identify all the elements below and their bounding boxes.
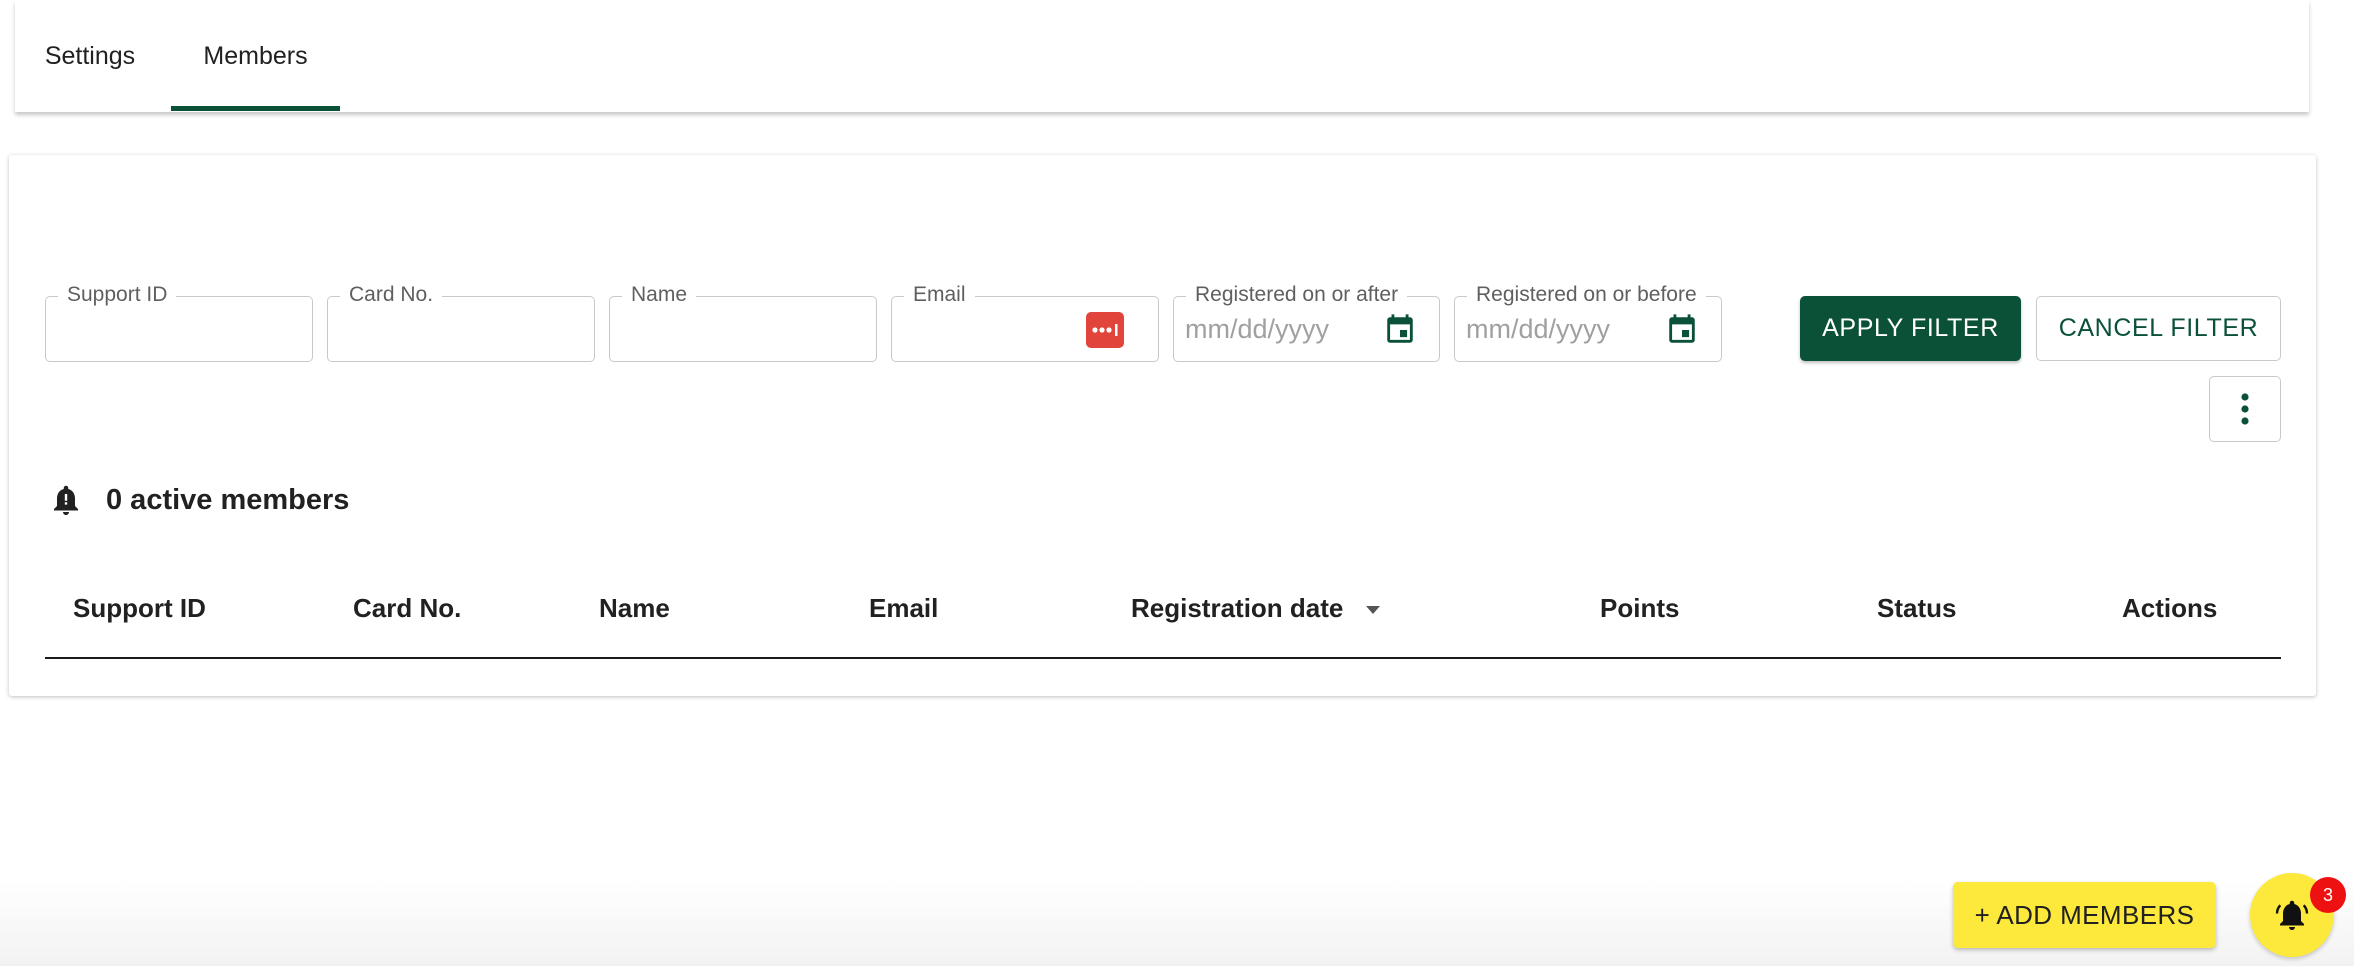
- arrow-drop-down-icon[interactable]: [1365, 605, 1381, 615]
- calendar-icon[interactable]: [1383, 312, 1417, 348]
- tab-members-label: Members: [203, 41, 308, 70]
- password-manager-icon[interactable]: [1086, 312, 1124, 348]
- column-points[interactable]: Points: [1600, 590, 1679, 626]
- registered-before-field[interactable]: Registered on or before: [1454, 281, 1722, 362]
- more-options-button[interactable]: [2209, 376, 2281, 442]
- tab-members[interactable]: Members: [171, 0, 340, 112]
- column-name[interactable]: Name: [599, 590, 670, 626]
- card-no-field[interactable]: Card No.: [327, 281, 595, 362]
- ringing-bell-icon: [2275, 900, 2309, 930]
- active-members-summary: 0 active members: [48, 477, 349, 523]
- column-card-no[interactable]: Card No.: [353, 590, 461, 626]
- column-status[interactable]: Status: [1877, 590, 1956, 626]
- tab-settings[interactable]: Settings: [15, 0, 165, 112]
- active-members-count: 0 active members: [106, 483, 350, 516]
- column-registration-date-label: Registration date: [1131, 593, 1344, 623]
- column-support-id[interactable]: Support ID: [73, 590, 206, 626]
- name-field[interactable]: Name: [609, 281, 877, 362]
- email-field[interactable]: Email: [891, 281, 1159, 362]
- support-id-field[interactable]: Support ID: [45, 281, 313, 362]
- notification-count-badge: 3: [2310, 877, 2346, 913]
- column-actions[interactable]: Actions: [2122, 590, 2217, 626]
- bell-icon: [54, 485, 78, 515]
- tabs-bar: Settings Members: [15, 0, 2309, 112]
- column-email[interactable]: Email: [869, 590, 938, 626]
- table-header-divider: [45, 657, 2281, 659]
- apply-filter-button[interactable]: APPLY FILTER: [1800, 296, 2021, 361]
- page: Settings Members Support ID Card No. Nam…: [0, 0, 2354, 966]
- registered-before-input[interactable]: [1455, 297, 1645, 361]
- registered-after-input[interactable]: [1174, 297, 1364, 361]
- add-members-button[interactable]: + ADD MEMBERS: [1953, 882, 2216, 948]
- name-input[interactable]: [610, 297, 876, 361]
- column-registration-date[interactable]: Registration date: [1131, 590, 1381, 626]
- cancel-filter-button[interactable]: CANCEL FILTER: [2036, 296, 2281, 361]
- email-input[interactable]: [892, 297, 1082, 361]
- more-vert-icon: [2241, 393, 2249, 425]
- tab-settings-label: Settings: [44, 41, 136, 70]
- calendar-icon[interactable]: [1665, 312, 1699, 348]
- active-tab-indicator: [171, 106, 340, 111]
- registered-after-field[interactable]: Registered on or after: [1173, 281, 1440, 362]
- support-id-input[interactable]: [46, 297, 312, 361]
- card-no-input[interactable]: [328, 297, 594, 361]
